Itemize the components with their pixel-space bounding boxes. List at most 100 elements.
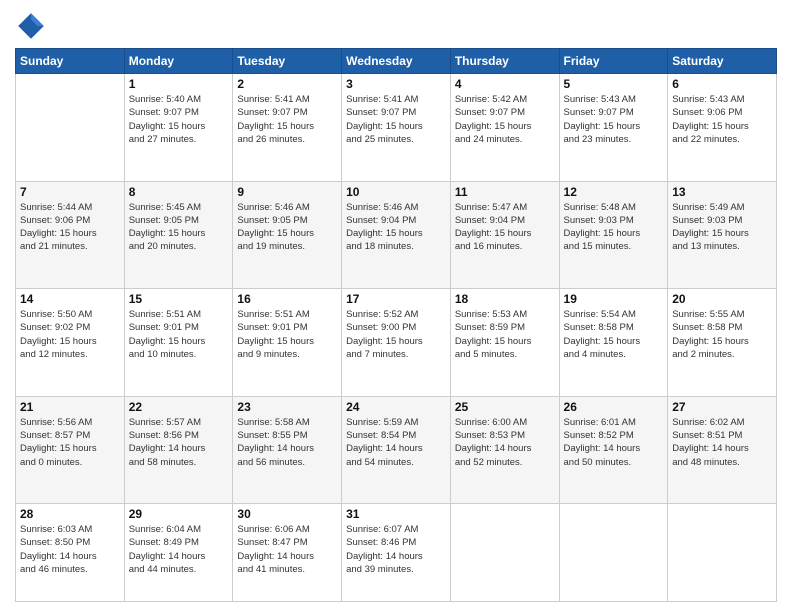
day-number: 8 xyxy=(129,185,229,199)
calendar-cell: 17 Sunrise: 5:52 AM Sunset: 9:00 PM Dayli… xyxy=(342,289,451,397)
calendar-cell: 14 Sunrise: 5:50 AM Sunset: 9:02 PM Dayli… xyxy=(16,289,125,397)
logo-icon xyxy=(15,10,47,42)
calendar-cell: 11 Sunrise: 5:47 AM Sunset: 9:04 PM Dayli… xyxy=(450,181,559,289)
calendar-cell: 12 Sunrise: 5:48 AM Sunset: 9:03 PM Dayli… xyxy=(559,181,668,289)
weekday-header-saturday: Saturday xyxy=(668,49,777,74)
calendar-cell xyxy=(16,74,125,182)
logo xyxy=(15,10,51,42)
day-number: 10 xyxy=(346,185,446,199)
day-info: Sunrise: 6:01 AM Sunset: 8:52 PM Dayligh… xyxy=(564,416,664,469)
weekday-header-thursday: Thursday xyxy=(450,49,559,74)
calendar-cell: 23 Sunrise: 5:58 AM Sunset: 8:55 PM Dayli… xyxy=(233,396,342,504)
calendar-cell: 19 Sunrise: 5:54 AM Sunset: 8:58 PM Dayli… xyxy=(559,289,668,397)
calendar-cell: 2 Sunrise: 5:41 AM Sunset: 9:07 PM Daylig… xyxy=(233,74,342,182)
day-info: Sunrise: 6:03 AM Sunset: 8:50 PM Dayligh… xyxy=(20,523,120,576)
calendar-row-1: 7 Sunrise: 5:44 AM Sunset: 9:06 PM Daylig… xyxy=(16,181,777,289)
calendar-cell xyxy=(450,504,559,602)
day-number: 18 xyxy=(455,292,555,306)
day-info: Sunrise: 6:07 AM Sunset: 8:46 PM Dayligh… xyxy=(346,523,446,576)
day-info: Sunrise: 5:48 AM Sunset: 9:03 PM Dayligh… xyxy=(564,201,664,254)
day-info: Sunrise: 5:59 AM Sunset: 8:54 PM Dayligh… xyxy=(346,416,446,469)
day-number: 11 xyxy=(455,185,555,199)
calendar-cell: 25 Sunrise: 6:00 AM Sunset: 8:53 PM Dayli… xyxy=(450,396,559,504)
day-number: 3 xyxy=(346,77,446,91)
day-number: 27 xyxy=(672,400,772,414)
day-info: Sunrise: 5:40 AM Sunset: 9:07 PM Dayligh… xyxy=(129,93,229,146)
page: SundayMondayTuesdayWednesdayThursdayFrid… xyxy=(0,0,792,612)
day-number: 13 xyxy=(672,185,772,199)
day-info: Sunrise: 5:51 AM Sunset: 9:01 PM Dayligh… xyxy=(237,308,337,361)
day-number: 19 xyxy=(564,292,664,306)
day-number: 1 xyxy=(129,77,229,91)
day-number: 4 xyxy=(455,77,555,91)
day-info: Sunrise: 5:51 AM Sunset: 9:01 PM Dayligh… xyxy=(129,308,229,361)
day-number: 15 xyxy=(129,292,229,306)
day-info: Sunrise: 5:52 AM Sunset: 9:00 PM Dayligh… xyxy=(346,308,446,361)
day-number: 16 xyxy=(237,292,337,306)
day-info: Sunrise: 5:50 AM Sunset: 9:02 PM Dayligh… xyxy=(20,308,120,361)
day-number: 23 xyxy=(237,400,337,414)
calendar-cell: 16 Sunrise: 5:51 AM Sunset: 9:01 PM Dayli… xyxy=(233,289,342,397)
day-number: 17 xyxy=(346,292,446,306)
day-info: Sunrise: 5:41 AM Sunset: 9:07 PM Dayligh… xyxy=(237,93,337,146)
day-info: Sunrise: 5:42 AM Sunset: 9:07 PM Dayligh… xyxy=(455,93,555,146)
calendar-row-3: 21 Sunrise: 5:56 AM Sunset: 8:57 PM Dayli… xyxy=(16,396,777,504)
day-info: Sunrise: 5:47 AM Sunset: 9:04 PM Dayligh… xyxy=(455,201,555,254)
day-number: 21 xyxy=(20,400,120,414)
calendar-cell: 6Sunrise: 5:43 AM Sunset: 9:06 PM Daylig… xyxy=(668,74,777,182)
day-number: 12 xyxy=(564,185,664,199)
calendar-table: SundayMondayTuesdayWednesdayThursdayFrid… xyxy=(15,48,777,602)
day-info: Sunrise: 5:55 AM Sunset: 8:58 PM Dayligh… xyxy=(672,308,772,361)
day-number: 2 xyxy=(237,77,337,91)
day-number: 22 xyxy=(129,400,229,414)
calendar-cell: 29Sunrise: 6:04 AM Sunset: 8:49 PM Dayli… xyxy=(124,504,233,602)
day-info: Sunrise: 5:46 AM Sunset: 9:05 PM Dayligh… xyxy=(237,201,337,254)
day-info: Sunrise: 5:58 AM Sunset: 8:55 PM Dayligh… xyxy=(237,416,337,469)
day-info: Sunrise: 5:57 AM Sunset: 8:56 PM Dayligh… xyxy=(129,416,229,469)
calendar-cell: 9 Sunrise: 5:46 AM Sunset: 9:05 PM Daylig… xyxy=(233,181,342,289)
day-info: Sunrise: 6:00 AM Sunset: 8:53 PM Dayligh… xyxy=(455,416,555,469)
day-info: Sunrise: 6:06 AM Sunset: 8:47 PM Dayligh… xyxy=(237,523,337,576)
day-info: Sunrise: 5:56 AM Sunset: 8:57 PM Dayligh… xyxy=(20,416,120,469)
calendar-cell: 27 Sunrise: 6:02 AM Sunset: 8:51 PM Dayli… xyxy=(668,396,777,504)
day-info: Sunrise: 5:49 AM Sunset: 9:03 PM Dayligh… xyxy=(672,201,772,254)
day-number: 31 xyxy=(346,507,446,521)
calendar-row-0: 1 Sunrise: 5:40 AM Sunset: 9:07 PM Daylig… xyxy=(16,74,777,182)
day-info: Sunrise: 5:41 AM Sunset: 9:07 PM Dayligh… xyxy=(346,93,446,146)
calendar-cell: 5Sunrise: 5:43 AM Sunset: 9:07 PM Daylig… xyxy=(559,74,668,182)
calendar-cell: 4 Sunrise: 5:42 AM Sunset: 9:07 PM Daylig… xyxy=(450,74,559,182)
weekday-header-wednesday: Wednesday xyxy=(342,49,451,74)
calendar-cell: 21 Sunrise: 5:56 AM Sunset: 8:57 PM Dayli… xyxy=(16,396,125,504)
calendar-cell: 13 Sunrise: 5:49 AM Sunset: 9:03 PM Dayli… xyxy=(668,181,777,289)
day-number: 7 xyxy=(20,185,120,199)
day-number: 28 xyxy=(20,507,120,521)
calendar-row-2: 14 Sunrise: 5:50 AM Sunset: 9:02 PM Dayli… xyxy=(16,289,777,397)
calendar-cell: 7 Sunrise: 5:44 AM Sunset: 9:06 PM Daylig… xyxy=(16,181,125,289)
day-number: 9 xyxy=(237,185,337,199)
day-info: Sunrise: 5:54 AM Sunset: 8:58 PM Dayligh… xyxy=(564,308,664,361)
calendar-cell xyxy=(668,504,777,602)
day-info: Sunrise: 5:45 AM Sunset: 9:05 PM Dayligh… xyxy=(129,201,229,254)
day-number: 20 xyxy=(672,292,772,306)
day-info: Sunrise: 5:53 AM Sunset: 8:59 PM Dayligh… xyxy=(455,308,555,361)
calendar-cell: 3 Sunrise: 5:41 AM Sunset: 9:07 PM Daylig… xyxy=(342,74,451,182)
day-info: Sunrise: 5:44 AM Sunset: 9:06 PM Dayligh… xyxy=(20,201,120,254)
calendar-cell: 1 Sunrise: 5:40 AM Sunset: 9:07 PM Daylig… xyxy=(124,74,233,182)
calendar-cell xyxy=(559,504,668,602)
day-info: Sunrise: 5:46 AM Sunset: 9:04 PM Dayligh… xyxy=(346,201,446,254)
day-number: 14 xyxy=(20,292,120,306)
calendar-cell: 26Sunrise: 6:01 AM Sunset: 8:52 PM Dayli… xyxy=(559,396,668,504)
day-number: 24 xyxy=(346,400,446,414)
calendar-row-4: 28 Sunrise: 6:03 AM Sunset: 8:50 PM Dayli… xyxy=(16,504,777,602)
weekday-header-monday: Monday xyxy=(124,49,233,74)
calendar-cell: 15 Sunrise: 5:51 AM Sunset: 9:01 PM Dayli… xyxy=(124,289,233,397)
day-info: Sunrise: 6:02 AM Sunset: 8:51 PM Dayligh… xyxy=(672,416,772,469)
header xyxy=(15,10,777,42)
calendar-cell: 20 Sunrise: 5:55 AM Sunset: 8:58 PM Dayli… xyxy=(668,289,777,397)
calendar-cell: 28 Sunrise: 6:03 AM Sunset: 8:50 PM Dayli… xyxy=(16,504,125,602)
day-number: 6 xyxy=(672,77,772,91)
weekday-header-row: SundayMondayTuesdayWednesdayThursdayFrid… xyxy=(16,49,777,74)
calendar-cell: 22 Sunrise: 5:57 AM Sunset: 8:56 PM Dayli… xyxy=(124,396,233,504)
day-number: 25 xyxy=(455,400,555,414)
calendar-cell: 18 Sunrise: 5:53 AM Sunset: 8:59 PM Dayli… xyxy=(450,289,559,397)
